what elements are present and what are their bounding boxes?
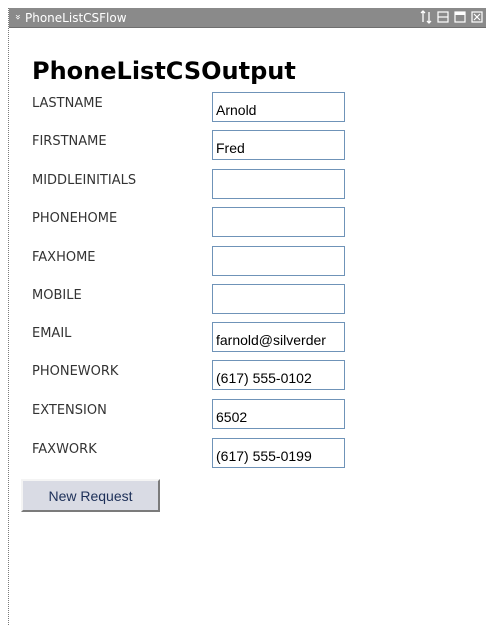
form-row-mobile: MOBILE — [0, 284, 478, 314]
email-label: EMAIL — [32, 326, 72, 341]
form-row-firstname: FIRSTNAME — [0, 130, 478, 160]
collapse-icon[interactable]: » — [10, 14, 24, 20]
mobile-label: MOBILE — [32, 288, 82, 303]
form-row-phonehome: PHONEHOME — [0, 207, 478, 237]
middleinitials-label: MIDDLEINITIALS — [32, 173, 137, 188]
portlet-titlebar: » PhoneListCSFlow — [9, 8, 486, 28]
phonework-label: PHONEWORK — [32, 364, 119, 379]
faxhome-field[interactable] — [212, 246, 345, 276]
form-row-extension: EXTENSION — [0, 399, 478, 429]
new-request-button[interactable]: New Request — [21, 479, 160, 512]
faxwork-label: FAXWORK — [32, 442, 97, 457]
firstname-field[interactable] — [212, 130, 345, 160]
form-row-middleinitials: MIDDLEINITIALS — [0, 169, 478, 199]
form-row-phonework: PHONEWORK — [0, 360, 478, 390]
lastname-field[interactable] — [212, 92, 345, 122]
minimize-icon[interactable] — [436, 9, 450, 25]
firstname-label: FIRSTNAME — [32, 134, 107, 149]
lastname-label: LASTNAME — [32, 96, 103, 111]
email-field[interactable] — [212, 322, 345, 352]
sort-arrows-icon[interactable] — [419, 9, 433, 25]
extension-field[interactable] — [212, 399, 345, 429]
extension-label: EXTENSION — [32, 403, 107, 418]
window-controls — [419, 9, 484, 25]
form-row-lastname: LASTNAME — [0, 92, 478, 122]
mobile-field[interactable] — [212, 284, 345, 314]
faxhome-label: FAXHOME — [32, 250, 96, 265]
maximize-icon[interactable] — [453, 9, 467, 25]
phonework-field[interactable] — [212, 360, 345, 390]
close-icon[interactable] — [470, 9, 484, 25]
phonehome-label: PHONEHOME — [32, 211, 118, 226]
phonehome-field[interactable] — [212, 207, 345, 237]
middleinitials-field[interactable] — [212, 169, 345, 199]
page-title: PhoneListCSOutput — [32, 57, 296, 85]
form-row-email: EMAIL — [0, 322, 478, 352]
faxwork-field[interactable] — [212, 438, 345, 468]
form-row-faxhome: FAXHOME — [0, 246, 478, 276]
portlet-title: PhoneListCSFlow — [25, 11, 127, 25]
form-row-faxwork: FAXWORK — [0, 438, 478, 468]
